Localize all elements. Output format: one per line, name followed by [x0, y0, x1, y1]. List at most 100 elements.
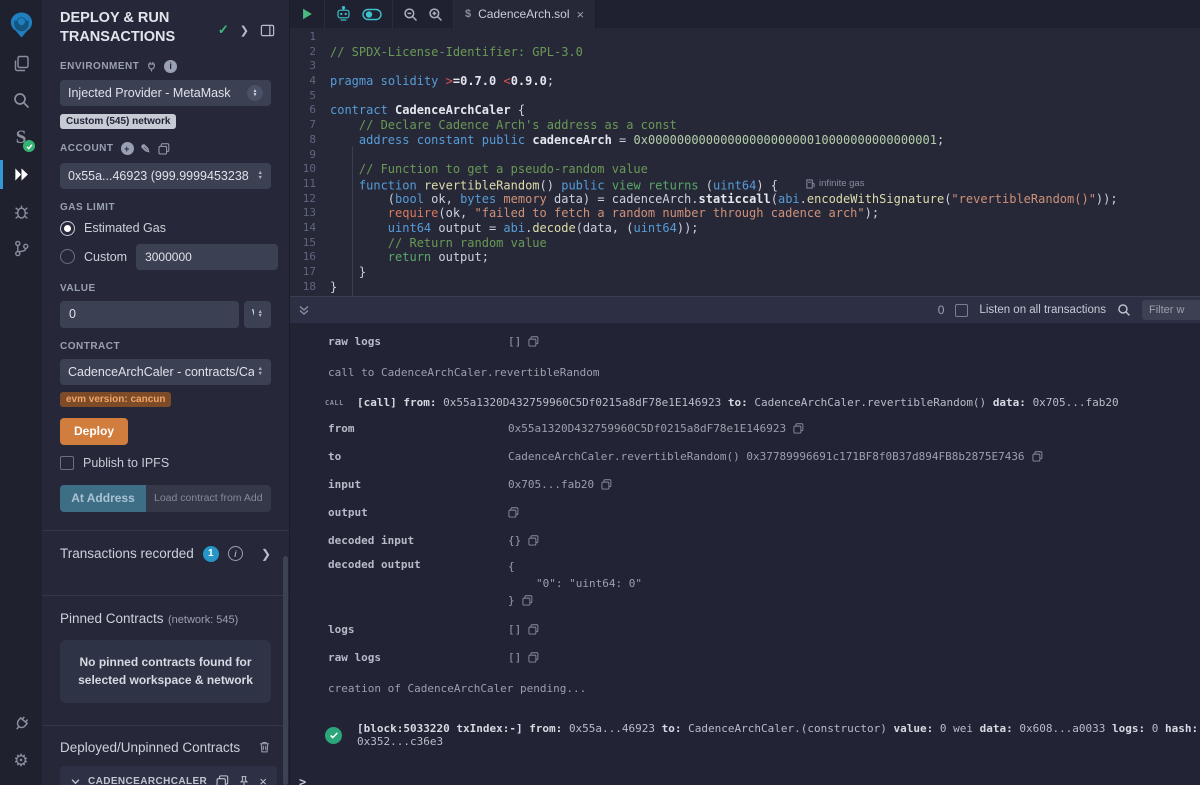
remix-logo[interactable]	[0, 5, 42, 45]
code-line[interactable]: 8 address constant public cadenceArch = …	[290, 133, 1200, 148]
line-number[interactable]: 7	[290, 118, 330, 133]
code-line[interactable]: 4pragma solidity >=0.7.0 <0.9.0;	[290, 74, 1200, 89]
line-number[interactable]: 10	[290, 162, 330, 177]
expand-transactions-icon[interactable]: ❯	[261, 547, 271, 561]
at-address-input[interactable]	[146, 485, 271, 512]
listen-all-label: Listen on all transactions	[979, 304, 1106, 316]
code-line[interactable]: 9	[290, 148, 1200, 163]
collapse-panel-icon[interactable]: ❯	[240, 24, 249, 37]
line-number[interactable]: 18	[290, 280, 330, 295]
copy-icon[interactable]	[528, 624, 539, 635]
solidity-compiler-icon[interactable]: S	[0, 119, 42, 156]
tab-cadencearch[interactable]: $ CadenceArch.sol ×	[454, 0, 596, 28]
copy-icon[interactable]	[216, 775, 229, 785]
deploy-button[interactable]: Deploy	[60, 418, 128, 445]
copy-account-icon[interactable]	[158, 143, 170, 155]
custom-gas-option[interactable]: Custom	[60, 244, 271, 270]
line-number[interactable]: 12	[290, 192, 330, 207]
plug-icon[interactable]	[146, 61, 157, 72]
custom-gas-input[interactable]	[136, 244, 278, 270]
deploy-run-icon[interactable]	[0, 156, 42, 193]
terminal-prompt[interactable]: >	[290, 775, 1200, 785]
contract-select[interactable]: CadenceArchCaler - contracts/Cac ▲▼	[60, 359, 271, 385]
code-line[interactable]: 10 // Function to get a pseudo-random va…	[290, 162, 1200, 177]
code-line[interactable]: 2// SPDX-License-Identifier: GPL-3.0	[290, 45, 1200, 60]
copy-icon[interactable]	[508, 507, 519, 518]
debugger-icon[interactable]	[0, 193, 42, 230]
copy-icon[interactable]	[601, 479, 612, 490]
code-line[interactable]: 17 }	[290, 265, 1200, 280]
close-tab-icon[interactable]: ×	[577, 7, 585, 22]
expand-terminal-icon[interactable]	[298, 304, 310, 316]
line-number[interactable]: 4	[290, 74, 330, 89]
line-number[interactable]: 5	[290, 89, 330, 104]
code-line[interactable]: 6contract CadenceArchCaler {	[290, 103, 1200, 118]
zoom-in-icon[interactable]	[428, 7, 443, 22]
pin-contract-icon[interactable]	[238, 775, 250, 785]
code-line[interactable]: 11 function revertibleRandom() public vi…	[290, 177, 1200, 192]
filter-transactions-input[interactable]	[1142, 300, 1200, 320]
zoom-out-icon[interactable]	[403, 7, 418, 22]
copy-icon[interactable]	[528, 652, 539, 663]
line-number[interactable]: 8	[290, 133, 330, 148]
copy-icon[interactable]	[1032, 451, 1043, 462]
trash-icon[interactable]	[258, 740, 271, 754]
publish-ipfs-checkbox[interactable]	[60, 456, 74, 470]
code-line[interactable]: 15 // Return random value	[290, 236, 1200, 251]
estimated-gas-option[interactable]: Estimated Gas	[60, 221, 271, 236]
panel-scrollbar[interactable]	[283, 556, 288, 785]
radio-selected-icon[interactable]	[60, 221, 75, 236]
line-number[interactable]: 13	[290, 206, 330, 221]
run-script-icon[interactable]	[300, 7, 314, 21]
transactions-recorded-row[interactable]: Transactions recorded 1 i ❯	[42, 531, 289, 577]
code-line[interactable]: 13 require(ok, "failed to fetch a random…	[290, 206, 1200, 221]
add-account-icon[interactable]: +	[121, 142, 134, 155]
settings-icon[interactable]: ⚙	[0, 742, 42, 779]
code-line[interactable]: 5	[290, 89, 1200, 104]
at-address-button[interactable]: At Address	[60, 485, 146, 512]
code-line[interactable]: 14 uint64 output = abi.decode(data, (uin…	[290, 221, 1200, 236]
plugin-manager-icon[interactable]	[0, 705, 42, 742]
account-select[interactable]: 0x55a...46923 (999.9999453238 ▲▼	[60, 163, 271, 189]
value-input[interactable]	[60, 301, 239, 328]
copy-icon[interactable]	[528, 336, 539, 347]
copy-icon[interactable]	[793, 423, 804, 434]
environment-info-icon[interactable]: i	[164, 60, 177, 73]
code-line[interactable]: 3	[290, 59, 1200, 74]
ai-assistant-robot-icon[interactable]	[335, 6, 352, 22]
code-line[interactable]: 7 // Declare Cadence Arch's address as a…	[290, 118, 1200, 133]
transactions-info-icon[interactable]: i	[228, 546, 243, 561]
line-number[interactable]: 16	[290, 250, 330, 265]
line-number[interactable]: 15	[290, 236, 330, 251]
remove-contract-icon[interactable]: ×	[259, 775, 267, 785]
pin-panel-icon[interactable]	[260, 23, 275, 38]
value-unit-select[interactable]: Wei ▲▼	[244, 301, 271, 328]
main-area: $ CadenceArch.sol × 12// SPDX-License-Id…	[290, 0, 1200, 785]
radio-unselected-icon[interactable]	[60, 249, 75, 264]
line-number[interactable]: 14	[290, 221, 330, 236]
code-line[interactable]: 16 return output;	[290, 250, 1200, 265]
copy-icon[interactable]	[528, 535, 539, 546]
copilot-toggle-icon[interactable]	[362, 8, 382, 21]
line-number[interactable]: 3	[290, 59, 330, 74]
publish-ipfs-option[interactable]: Publish to IPFS	[60, 456, 271, 470]
listen-all-checkbox[interactable]	[955, 304, 968, 317]
code-line[interactable]: 18}	[290, 280, 1200, 295]
chevron-down-icon[interactable]	[70, 776, 81, 785]
line-number[interactable]: 17	[290, 265, 330, 280]
line-number[interactable]: 9	[290, 148, 330, 163]
code-line[interactable]: 12 (bool ok, bytes memory data) = cadenc…	[290, 192, 1200, 207]
line-number[interactable]: 6	[290, 103, 330, 118]
environment-select[interactable]: Injected Provider - MetaMask ▲▼	[60, 80, 271, 106]
line-number[interactable]: 2	[290, 45, 330, 60]
sign-message-icon[interactable]: ✎	[141, 142, 152, 156]
search-icon[interactable]	[0, 82, 42, 119]
git-icon[interactable]	[0, 230, 42, 267]
file-explorer-icon[interactable]	[0, 45, 42, 82]
line-number[interactable]: 11	[290, 177, 330, 192]
copy-icon[interactable]	[522, 595, 533, 606]
line-number[interactable]: 1	[290, 30, 330, 45]
code-line[interactable]: 1	[290, 30, 1200, 45]
code-editor[interactable]: 12// SPDX-License-Identifier: GPL-3.034p…	[290, 28, 1200, 296]
search-transactions-icon[interactable]	[1117, 303, 1131, 317]
